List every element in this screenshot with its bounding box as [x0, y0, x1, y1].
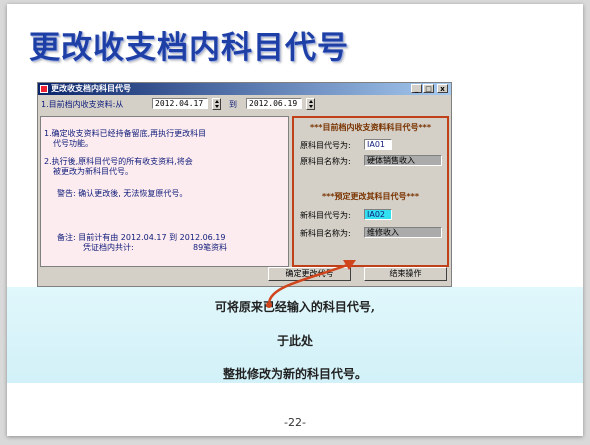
date-range-row: 1.目前档内收支资料:从 2012.04.17 到 2012.06.19: [38, 96, 451, 112]
note-2b: 被更改为新科目代号。: [53, 167, 133, 176]
dialog-window: 更改收支档内科目代号 _ □ x 1.目前档内收支资料:从 2012.04.17…: [37, 82, 452, 287]
original-name-field: 硬体销售收入: [364, 155, 442, 166]
original-code-field[interactable]: IA01: [364, 139, 392, 150]
note-1b: 代号功能。: [53, 139, 93, 148]
app-icon: [40, 85, 48, 93]
remark-line-2: 凭证档内共计:: [83, 243, 134, 252]
caption-line-1: 可将原来已经输入的科目代号,: [214, 300, 376, 314]
slide-title: 更改收支档内科目代号: [29, 30, 349, 66]
date-from-field[interactable]: 2012.04.17: [152, 98, 208, 109]
new-name-field: 维修收入: [364, 227, 442, 238]
caption-line-2: 于此处: [276, 334, 313, 348]
code-change-panel: ***目前档内收支资料科目代号*** 原科目代号为: IA01 原科目名称为: …: [292, 116, 449, 267]
notes-panel: 1.确定收支资料已经持备留底,再执行更改科目 代号功能。 2.执行後,原科目代号…: [40, 116, 289, 267]
slide: 更改收支档内科目代号 更改收支档内科目代号 _ □ x 1.目前档内收支资料:从…: [7, 4, 583, 436]
date-from-spinner[interactable]: [212, 98, 221, 110]
record-count: 89笔资料: [193, 243, 228, 252]
confirm-change-button[interactable]: 确定更改代号: [268, 267, 351, 281]
note-1a: 1.确定收支资料已经持备留底,再执行更改科目: [44, 129, 207, 138]
new-code-field[interactable]: IA02: [364, 209, 392, 220]
close-button[interactable]: x: [437, 84, 448, 93]
caption-line-3: 整批修改为新的科目代号。: [222, 367, 367, 381]
caption-box: 可将原来已经输入的科目代号, 于此处 整批修改为新的科目代号。: [7, 287, 583, 383]
warning-text: 警告: 确认更改後, 无法恢复原代号。: [57, 189, 188, 198]
original-name-label: 原科目名称为:: [300, 157, 351, 166]
end-operation-button[interactable]: 结束操作: [364, 267, 447, 281]
date-to-spinner[interactable]: [306, 98, 315, 110]
date-range-label: 1.目前档内收支资料:从: [41, 100, 124, 109]
maximize-button[interactable]: □: [423, 84, 434, 93]
window-title: 更改收支档内科目代号: [51, 84, 131, 93]
date-to-label: 到: [229, 100, 237, 109]
window-titlebar[interactable]: 更改收支档内科目代号 _ □ x: [38, 83, 451, 95]
new-section-header: ***预定更改其科目代号***: [321, 192, 420, 201]
remark-line-1: 备注: 目前计有由 2012.04.17 到 2012.06.19: [57, 233, 226, 242]
new-name-label: 新科目名称为:: [300, 229, 351, 238]
current-section-header: ***目前档内收支资料科目代号***: [309, 123, 432, 132]
original-code-label: 原科目代号为:: [300, 141, 351, 150]
page-number: -22-: [284, 416, 306, 429]
minimize-button[interactable]: _: [411, 84, 422, 93]
date-to-field[interactable]: 2012.06.19: [246, 98, 302, 109]
note-2a: 2.执行後,原科目代号的所有收支资料,将会: [44, 157, 193, 166]
new-code-label: 新科目代号为:: [300, 211, 351, 220]
